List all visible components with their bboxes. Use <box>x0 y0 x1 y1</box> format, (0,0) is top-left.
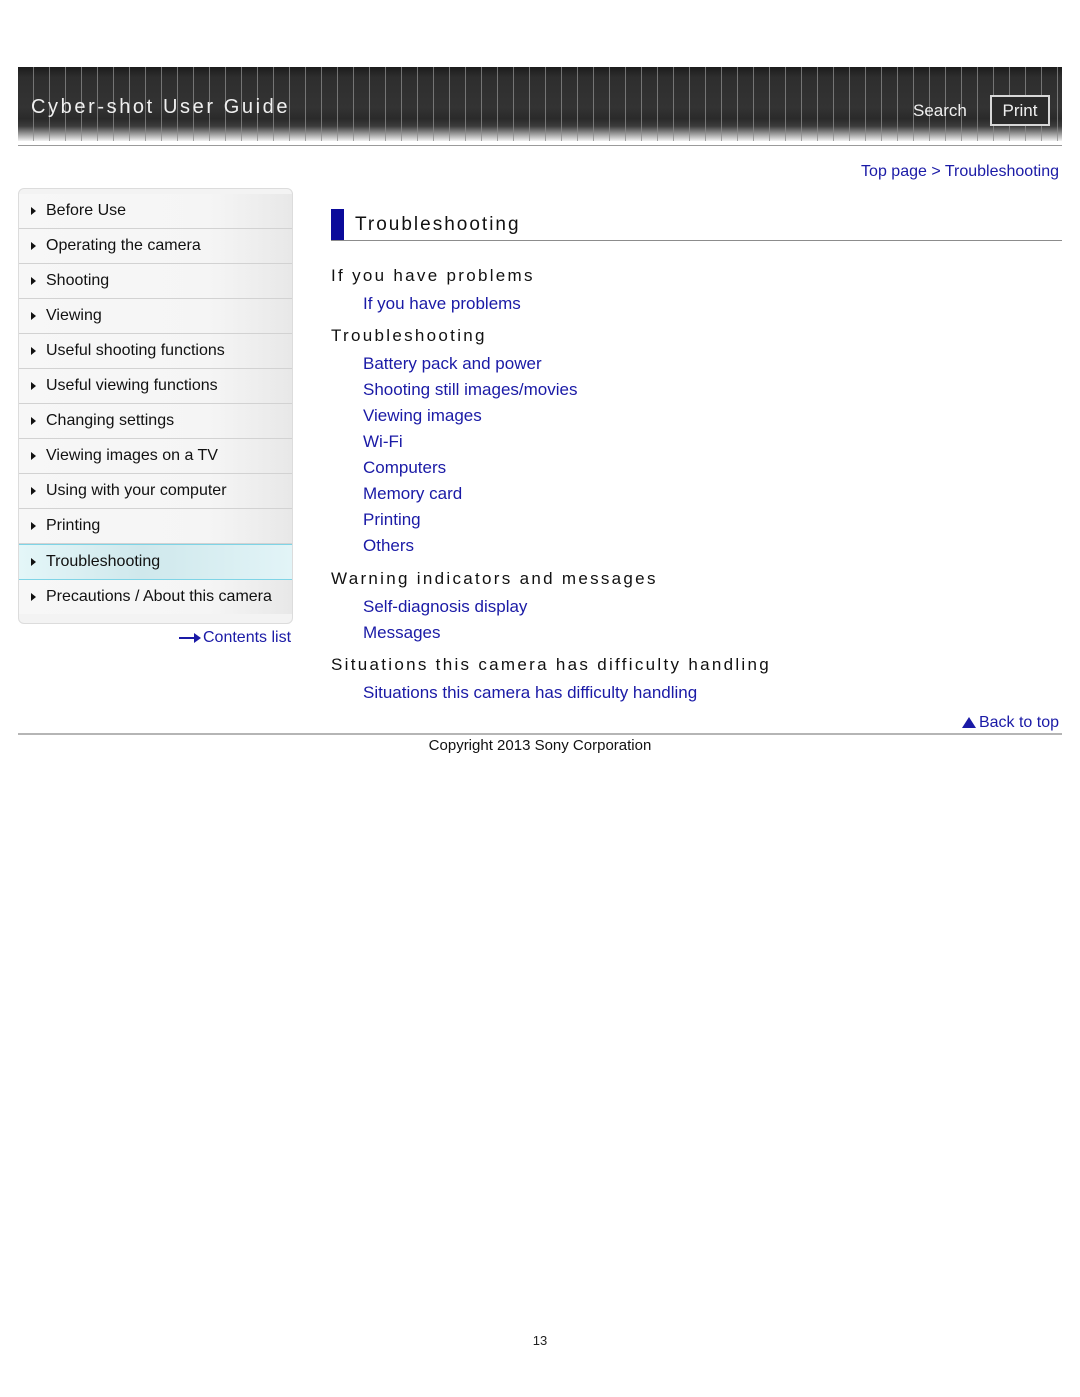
sidebar-item-printing[interactable]: Printing <box>19 509 292 544</box>
caret-right-icon <box>31 347 36 355</box>
sidebar-item-viewing[interactable]: Viewing <box>19 299 292 334</box>
main-content: Troubleshooting <box>331 208 1062 241</box>
section-heading: Situations this camera has difficulty ha… <box>331 655 772 674</box>
contents-list-label: Contents list <box>203 629 292 646</box>
section-heading: If you have problems <box>331 266 535 285</box>
caret-right-icon <box>31 487 36 495</box>
link-battery-pack-and-power[interactable]: Battery pack and power <box>363 354 542 374</box>
section-warning-indicators: Warning indicators and messages Self-dia… <box>331 569 658 642</box>
link-shooting-still-images-movies[interactable]: Shooting still images/movies <box>363 380 577 400</box>
sidebar-item-label: Viewing <box>46 307 102 324</box>
caret-right-icon <box>31 417 36 425</box>
breadcrumb-top-page[interactable]: Top page <box>861 163 927 180</box>
page-title: Troubleshooting <box>355 214 521 235</box>
triangle-up-icon <box>961 717 976 728</box>
app-title: Cyber-shot User Guide <box>31 96 291 118</box>
caret-right-icon <box>31 207 36 215</box>
link-memory-card[interactable]: Memory card <box>363 484 462 504</box>
caret-right-icon <box>31 558 36 566</box>
breadcrumb-troubleshooting[interactable]: Troubleshooting <box>945 163 1059 180</box>
sidebar-item-label: Useful viewing functions <box>46 377 218 394</box>
footer-divider <box>18 733 1062 735</box>
sidebar-item-shooting[interactable]: Shooting <box>19 264 292 299</box>
back-to-top-label: Back to top <box>978 714 1059 731</box>
link-others[interactable]: Others <box>363 536 414 556</box>
section-heading: Troubleshooting <box>331 326 487 345</box>
caret-right-icon <box>31 312 36 320</box>
sidebar-item-before-use[interactable]: Before Use <box>19 194 292 229</box>
section-troubleshooting: Troubleshooting Battery pack and power S… <box>331 326 577 555</box>
title-accent-bar <box>331 209 344 240</box>
breadcrumb: Top page > Troubleshooting <box>861 163 1059 181</box>
sidebar-item-label: Operating the camera <box>46 237 201 254</box>
caret-right-icon <box>31 452 36 460</box>
section-difficult-situations: Situations this camera has difficulty ha… <box>331 655 772 702</box>
link-if-you-have-problems[interactable]: If you have problems <box>363 294 521 314</box>
page-title-block: Troubleshooting <box>331 208 1062 241</box>
sidebar-item-label: Before Use <box>46 202 127 219</box>
sidebar-item-useful-viewing-functions[interactable]: Useful viewing functions <box>19 369 292 404</box>
arrow-right-icon <box>179 632 201 643</box>
print-button[interactable]: Print <box>990 95 1050 126</box>
header-divider <box>18 145 1062 146</box>
sidebar-item-operating-the-camera[interactable]: Operating the camera <box>19 229 292 264</box>
sidebar-item-label: Shooting <box>46 272 110 289</box>
page-number: 13 <box>532 1333 548 1348</box>
sidebar-item-label: Printing <box>46 517 101 534</box>
link-messages[interactable]: Messages <box>363 623 440 643</box>
copyright-text: Copyright 2013 Sony Corporation <box>428 737 652 754</box>
link-situations-difficulty-handling[interactable]: Situations this camera has difficulty ha… <box>363 683 697 703</box>
link-printing[interactable]: Printing <box>363 510 421 530</box>
caret-right-icon <box>31 277 36 285</box>
sidebar-item-label: Precautions / About this camera <box>46 588 272 605</box>
sidebar-item-using-with-your-computer[interactable]: Using with your computer <box>19 474 292 509</box>
caret-right-icon <box>31 382 36 390</box>
section-if-you-have-problems: If you have problems If you have problem… <box>331 266 535 313</box>
caret-right-icon <box>31 522 36 530</box>
link-self-diagnosis-display[interactable]: Self-diagnosis display <box>363 597 527 617</box>
sidebar-item-label: Using with your computer <box>46 482 227 499</box>
contents-list-link[interactable]: Contents list <box>179 629 291 647</box>
sidebar-item-label: Changing settings <box>46 412 175 429</box>
sidebar-item-label: Viewing images on a TV <box>46 447 218 464</box>
search-button[interactable]: Search <box>913 101 967 121</box>
link-computers[interactable]: Computers <box>363 458 446 478</box>
link-wi-fi[interactable]: Wi-Fi <box>363 432 403 452</box>
back-to-top-link[interactable]: Back to top <box>961 714 1059 732</box>
sidebar-item-troubleshooting[interactable]: Troubleshooting <box>19 544 292 580</box>
caret-right-icon <box>31 242 36 250</box>
header-banner: Cyber-shot User Guide Search Print <box>18 67 1062 141</box>
sidebar-item-label: Troubleshooting <box>46 553 161 570</box>
breadcrumb-separator: > <box>931 163 945 180</box>
sidebar-item-label: Useful shooting functions <box>46 342 225 359</box>
sidebar-item-useful-shooting-functions[interactable]: Useful shooting functions <box>19 334 292 369</box>
sidebar-nav: Before Use Operating the camera Shooting… <box>18 188 293 624</box>
section-heading: Warning indicators and messages <box>331 569 658 588</box>
link-viewing-images[interactable]: Viewing images <box>363 406 482 426</box>
caret-right-icon <box>31 593 36 601</box>
sidebar-item-changing-settings[interactable]: Changing settings <box>19 404 292 439</box>
sidebar-item-viewing-images-on-a-tv[interactable]: Viewing images on a TV <box>19 439 292 474</box>
sidebar-item-precautions[interactable]: Precautions / About this camera <box>19 580 292 614</box>
